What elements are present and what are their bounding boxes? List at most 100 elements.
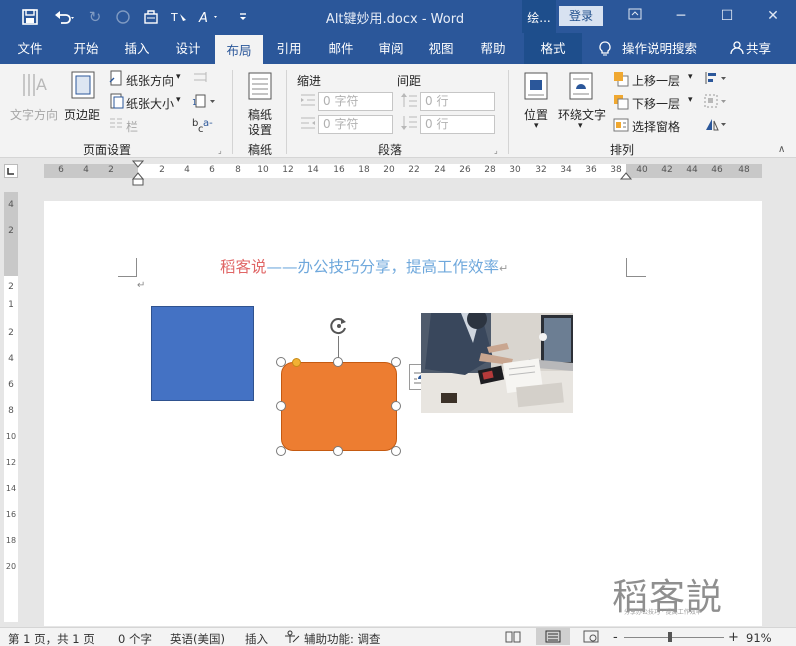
blue-rectangle-shape[interactable] — [151, 306, 254, 401]
maximize-icon[interactable]: ☐ — [712, 5, 742, 27]
save-icon[interactable] — [18, 6, 42, 28]
group-objects-icon[interactable] — [704, 94, 730, 111]
svg-text:1: 1 — [192, 98, 197, 107]
columns-button[interactable]: 栏 — [126, 118, 138, 135]
tab-references[interactable]: 引用 — [266, 33, 312, 64]
zoom-level[interactable]: 91% — [746, 631, 772, 645]
zoom-slider-thumb[interactable] — [668, 632, 672, 642]
word-count[interactable]: 0 个字 — [118, 631, 152, 646]
format-painter-icon[interactable]: T — [168, 6, 190, 28]
person-icon[interactable] — [730, 41, 744, 58]
login-button[interactable]: 登录 — [559, 6, 603, 26]
spacing-after-input[interactable]: 0 行 — [420, 115, 495, 134]
wrap-text-icon — [568, 71, 594, 104]
resize-handle[interactable] — [276, 401, 286, 411]
resize-handle[interactable] — [276, 446, 286, 456]
indent-marker[interactable] — [131, 160, 145, 189]
zoom-slider-track[interactable] — [624, 637, 724, 638]
undo-icon[interactable] — [50, 6, 80, 28]
rotation-stem — [338, 336, 339, 358]
resize-handle[interactable] — [391, 401, 401, 411]
resize-handle[interactable] — [333, 446, 343, 456]
margins-button[interactable]: 页边距 — [64, 106, 100, 123]
page-count[interactable]: 第 1 页，共 1 页 — [8, 631, 95, 646]
tab-file[interactable]: 文件 — [8, 33, 52, 64]
zoom-out-button[interactable]: - — [613, 630, 618, 645]
right-indent-marker[interactable] — [619, 171, 633, 185]
text-direction-button[interactable]: 文字方向 — [10, 106, 58, 123]
paragraph-group-label: 段落 — [377, 143, 402, 157]
web-layout-icon[interactable] — [583, 630, 599, 646]
tab-help[interactable]: 帮助 — [470, 33, 516, 64]
close-icon[interactable]: ✕ — [758, 5, 788, 27]
indent-left-input[interactable]: 0 字符 — [318, 92, 393, 111]
ruler-tick: 4 — [8, 354, 14, 364]
group-separator — [508, 70, 509, 154]
indent-right-input[interactable]: 0 字符 — [318, 115, 393, 134]
tab-design[interactable]: 设计 — [164, 33, 212, 64]
customize-toolbar-icon[interactable] — [234, 6, 252, 28]
svg-text:T: T — [171, 11, 178, 24]
rotate-icon[interactable] — [704, 117, 730, 134]
circle-icon[interactable] — [112, 6, 134, 28]
header-slogan: ——办公技巧分享，提高工作效率 — [266, 258, 500, 276]
ruler-tick: 46 — [711, 165, 723, 175]
read-mode-icon[interactable] — [505, 630, 521, 646]
tab-format[interactable]: 格式 — [524, 33, 582, 64]
indent-label: 缩进 — [297, 74, 322, 88]
tab-insert[interactable]: 插入 — [114, 33, 160, 64]
resize-handle[interactable] — [276, 357, 286, 367]
orange-rounded-rectangle-shape[interactable] — [281, 362, 397, 451]
redo-icon[interactable]: ↻ — [84, 6, 106, 28]
resize-handle[interactable] — [391, 446, 401, 456]
resize-handle[interactable] — [333, 357, 343, 367]
accessibility-status[interactable]: 辅助功能: 调查 — [304, 631, 381, 646]
tab-layout[interactable]: 布局 — [215, 35, 263, 64]
share-button[interactable]: 共享 — [746, 33, 776, 64]
tab-view[interactable]: 视图 — [418, 33, 464, 64]
spacing-before-input[interactable]: 0 行 — [420, 92, 495, 111]
selection-pane-button[interactable]: 选择窗格 — [632, 118, 680, 135]
office-photo[interactable] — [421, 313, 573, 413]
tell-me-search[interactable]: 操作说明搜索 — [622, 33, 702, 64]
tab-selector[interactable] — [4, 164, 18, 178]
accessibility-icon[interactable] — [284, 630, 300, 646]
ribbon-display-icon[interactable] — [620, 5, 650, 27]
print-layout-icon[interactable] — [140, 6, 162, 28]
bring-forward-icon — [613, 71, 629, 90]
ruler-tick: 26 — [459, 165, 471, 175]
tab-home[interactable]: 开始 — [62, 33, 110, 64]
ruler-tick: 12 — [282, 165, 294, 175]
size-button[interactable]: 纸张大小 — [126, 95, 174, 112]
send-backward-button[interactable]: 下移一层 — [632, 95, 680, 112]
zoom-in-button[interactable]: + — [728, 630, 739, 645]
print-layout-view-button[interactable] — [536, 628, 570, 645]
line-numbers-icon[interactable]: 1 — [192, 94, 220, 111]
ruler-tick: 2 — [8, 282, 14, 292]
header-text[interactable]: 稻客说——办公技巧分享，提高工作效率↵ — [220, 255, 508, 277]
dialog-launcher-icon[interactable]: ⌟ — [494, 146, 498, 155]
dialog-launcher-icon[interactable]: ⌟ — [218, 146, 222, 155]
font-size-icon[interactable]: A — [196, 6, 222, 28]
breaks-icon[interactable] — [192, 70, 220, 87]
language-status[interactable]: 英语(美国) — [170, 631, 225, 646]
insert-mode[interactable]: 插入 — [245, 631, 268, 646]
tab-mailings[interactable]: 邮件 — [318, 33, 364, 64]
collapse-ribbon-icon[interactable]: ∧ — [778, 144, 785, 155]
bring-forward-button[interactable]: 上移一层 — [632, 72, 680, 89]
chevron-down-icon: ▾ — [688, 72, 693, 82]
ruler-tick: 14 — [307, 165, 319, 175]
adjust-corner-handle[interactable] — [292, 358, 301, 367]
minimize-icon[interactable]: ─ — [666, 5, 696, 27]
margins-icon — [70, 70, 96, 103]
ruler-tick: 2 — [8, 226, 14, 236]
hyphenation-icon[interactable]: b c a- — [192, 116, 220, 137]
svg-text:A: A — [36, 75, 47, 94]
arrange-group-label: 排列 — [609, 143, 634, 157]
rotate-handle-icon[interactable] — [329, 316, 349, 339]
align-icon[interactable] — [704, 71, 730, 88]
orientation-button[interactable]: 纸张方向 — [126, 72, 174, 89]
resize-handle[interactable] — [391, 357, 401, 367]
tab-review[interactable]: 审阅 — [368, 33, 414, 64]
ruler-tick: 16 — [333, 165, 345, 175]
